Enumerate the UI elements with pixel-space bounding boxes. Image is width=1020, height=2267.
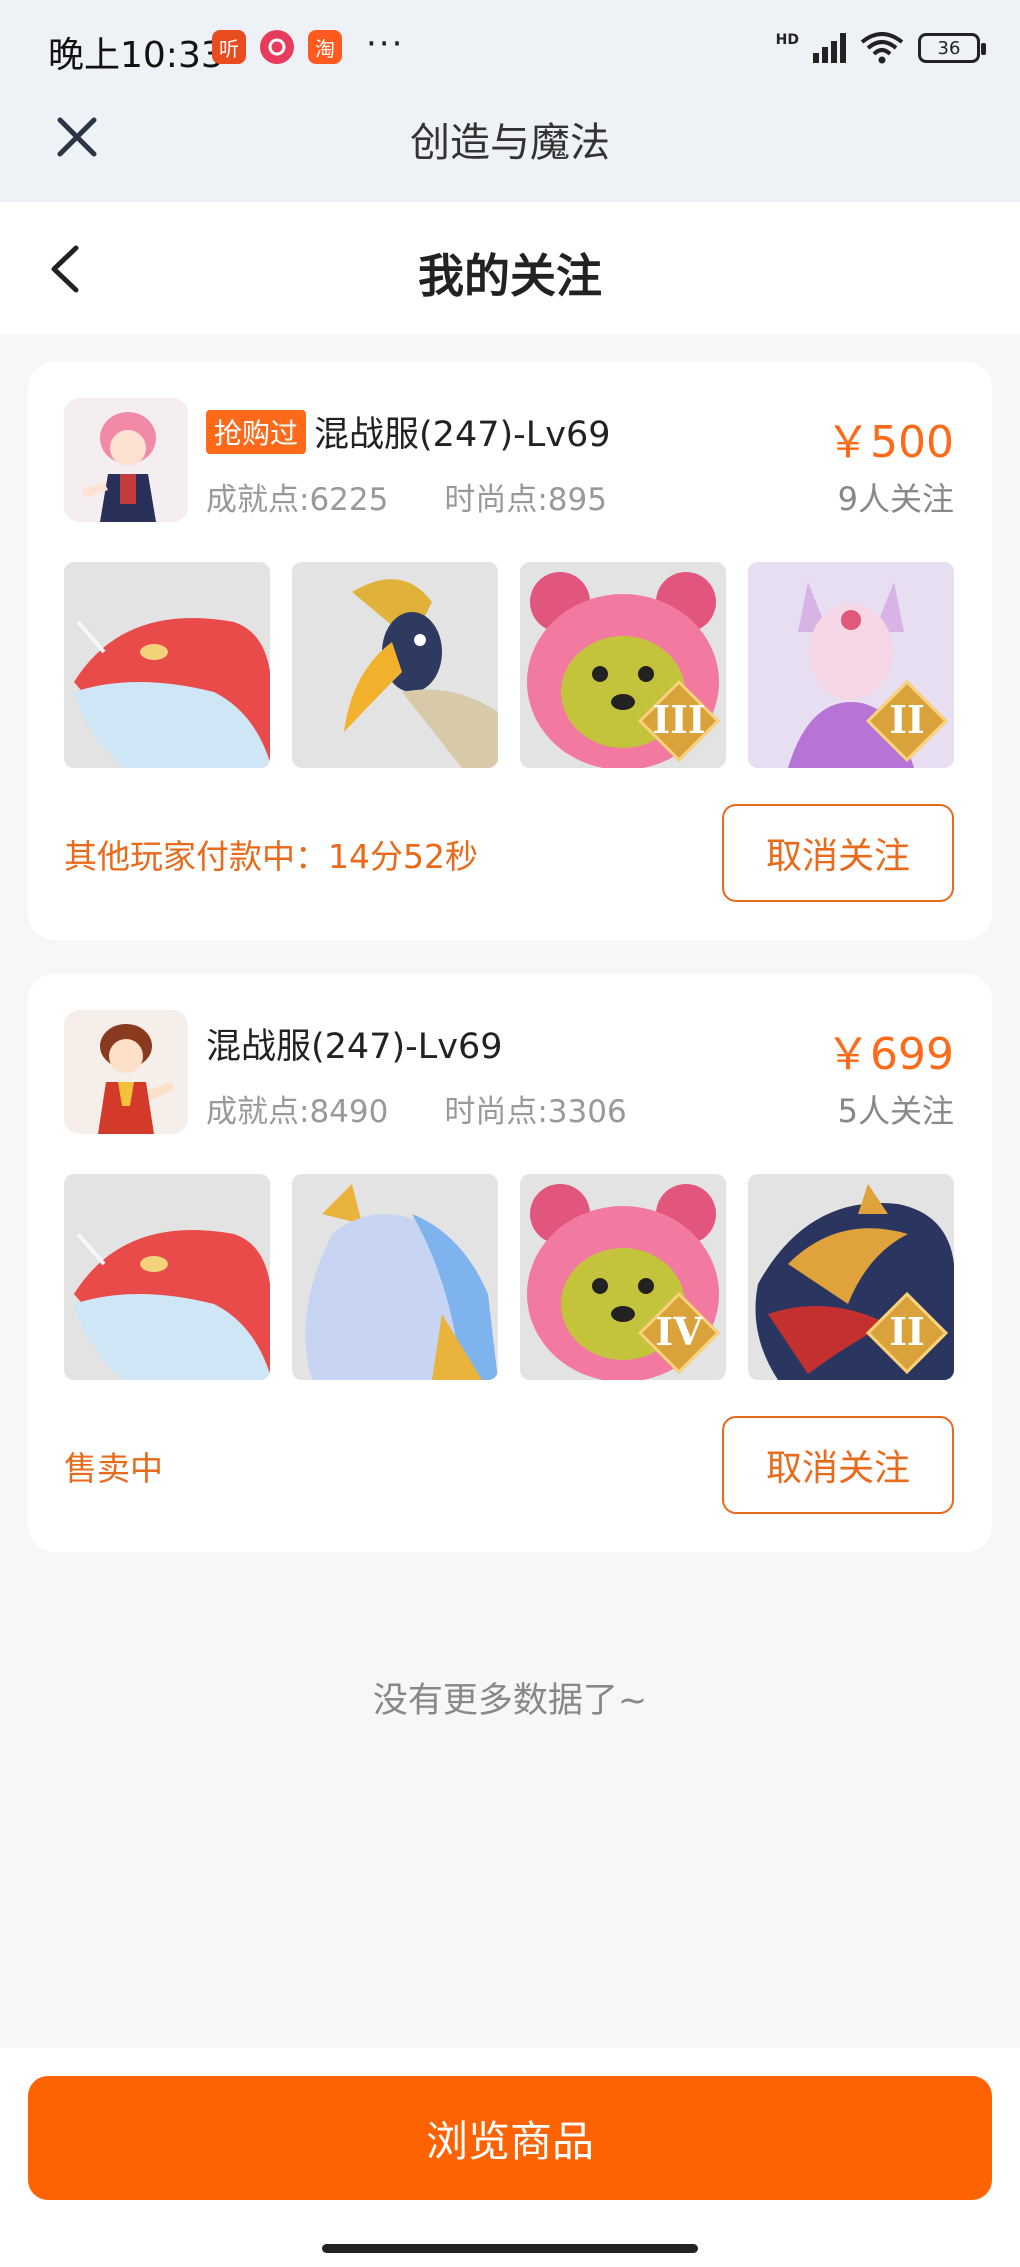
network-type: HD [775,32,799,48]
achievement-points: 成就点:8490 [206,1094,389,1130]
level-label: III [652,697,706,742]
title-row: 抢购过 混战服(247)-Lv69 [206,406,611,457]
wifi-icon [860,32,904,64]
fashion-points: 时尚点:3306 [444,1094,627,1130]
level-label: IV [655,1309,703,1354]
fashion-points: 时尚点:895 [444,482,607,518]
ting-app-icon: 听 [212,30,246,64]
title-row: 混战服(247)-Lv69 [206,1018,503,1069]
listing-card[interactable]: 混战服(247)-Lv69 成就点:8490 时尚点:3306 ￥699 5人关… [28,974,992,1552]
ice-horse-mount-thumbnail [292,1174,498,1380]
notification-more-icon: ··· [366,24,405,64]
price: ￥500 [826,417,954,468]
achievement-points: 成就点:6225 [206,482,389,518]
hornbill-mount-thumbnail [292,562,498,768]
stats: 成就点:6225 时尚点:895 [206,474,607,519]
stats: 成就点:8490 时尚点:3306 [206,1086,627,1131]
fox-spirit-pet-thumbnail: II [748,562,954,768]
pink-bear-pet-thumbnail: III [520,562,726,768]
mini-program-title: 创造与魔法 [410,120,610,166]
mini-program-header: 创造与魔法 [0,100,1020,202]
top-area: 晚上10:33 听 淘 ··· HD 36 创造与魔法 [0,0,1020,202]
netease-music-icon [260,30,294,64]
sale-status: 售卖中 [64,1449,163,1488]
avatar [64,398,188,522]
purchased-badge: 抢购过 [206,409,307,454]
unfollow-button[interactable]: 取消关注 [722,804,954,902]
listing-card[interactable]: 抢购过 混战服(247)-Lv69 成就点:6225 时尚点:895 ￥500 … [28,362,992,940]
level-label: II [889,1309,925,1354]
payment-status: 其他玩家付款中：14分52秒 [64,837,478,876]
battery-icon: 36 [918,33,986,63]
pink-bear-pet-thumbnail: IV [520,1174,726,1380]
status-right: HD 36 [775,32,986,64]
taobao-icon: 淘 [308,30,342,64]
price: ￥699 [826,1029,954,1080]
status-bar: 晚上10:33 听 淘 ··· HD 36 [0,0,1020,100]
level-label: II [889,697,925,742]
server-title: 混战服(247)-Lv69 [206,1027,503,1067]
dragon-fish-mount-thumbnail [64,1174,270,1380]
fire-dragon-mount-thumbnail: II [748,1174,954,1380]
unfollow-button[interactable]: 取消关注 [722,1416,954,1514]
server-title: 混战服(247)-Lv69 [314,415,611,455]
avatar [64,1010,188,1134]
status-time: 晚上10:33 [48,35,224,76]
home-indicator[interactable] [322,2244,698,2253]
follower-count: 9人关注 [837,480,954,518]
thumbnail-row: IV II [64,1174,954,1380]
dragon-fish-mount-thumbnail [64,562,270,768]
no-more-data-text: 没有更多数据了~ [372,1681,648,1721]
bottom-bar: 浏览商品 [0,2048,1020,2267]
page-nav: 我的关注 [0,202,1020,334]
browse-products-button[interactable]: 浏览商品 [28,2076,992,2200]
thumbnail-row: III II [64,562,954,768]
follower-count: 5人关注 [837,1092,954,1130]
signal-icon [813,33,846,63]
page-title: 我的关注 [418,249,602,303]
